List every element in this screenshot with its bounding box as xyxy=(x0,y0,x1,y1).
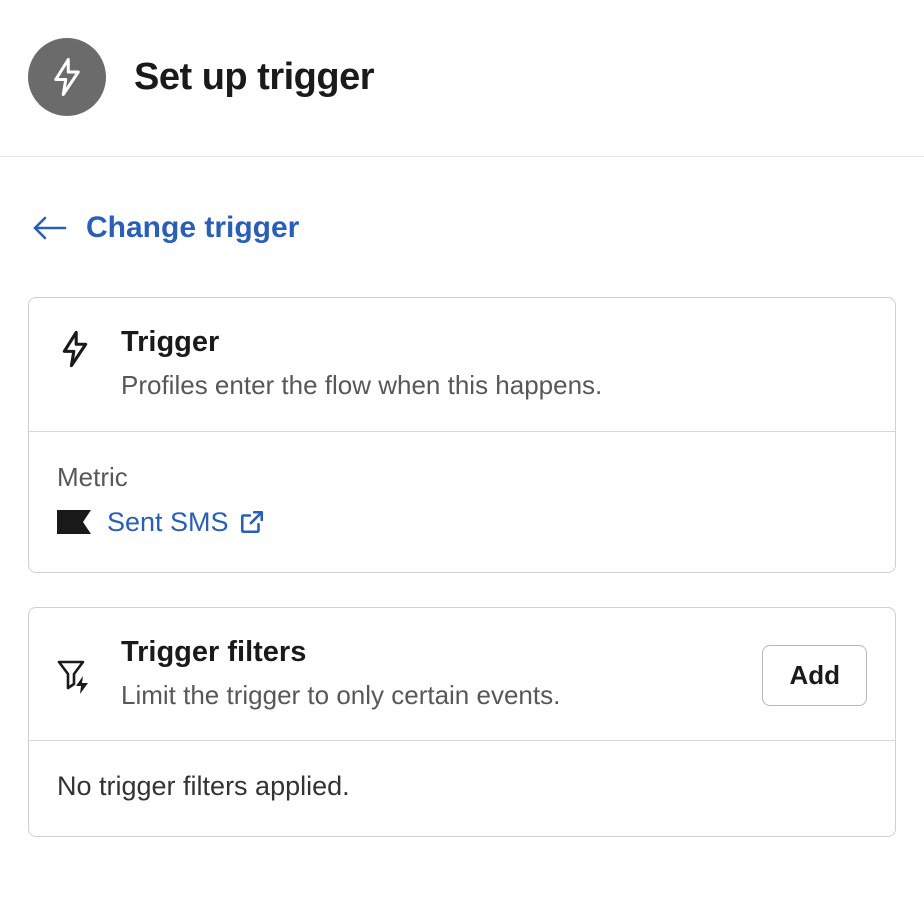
trigger-card-header-text: Trigger Profiles enter the flow when thi… xyxy=(121,326,867,405)
lightning-icon-circle xyxy=(28,38,106,116)
metric-label: Metric xyxy=(57,462,867,493)
page-header: Set up trigger xyxy=(0,0,924,157)
metric-link[interactable]: Sent SMS xyxy=(107,507,265,538)
filters-card-subtitle: Limit the trigger to only certain events… xyxy=(121,677,734,715)
trigger-card-body: Metric Sent SMS xyxy=(29,432,895,572)
trigger-icon-wrap xyxy=(57,330,93,368)
lightning-icon xyxy=(50,57,84,97)
filters-card-title: Trigger filters xyxy=(121,636,734,669)
arrow-left-icon xyxy=(32,212,68,244)
content-area: Change trigger Trigger Profiles enter th… xyxy=(0,157,924,837)
filters-card-header: Trigger filters Limit the trigger to onl… xyxy=(29,608,895,742)
add-filter-button[interactable]: Add xyxy=(762,645,867,706)
external-link-icon xyxy=(239,509,265,535)
page-title: Set up trigger xyxy=(134,56,374,99)
trigger-card-title: Trigger xyxy=(121,326,867,359)
change-trigger-label: Change trigger xyxy=(86,211,299,245)
flag-icon xyxy=(57,510,91,534)
filters-empty-text: No trigger filters applied. xyxy=(57,771,867,802)
trigger-card: Trigger Profiles enter the flow when thi… xyxy=(28,297,896,573)
trigger-card-header: Trigger Profiles enter the flow when thi… xyxy=(29,298,895,432)
filter-lightning-icon xyxy=(57,658,93,696)
filters-card-header-text: Trigger filters Limit the trigger to onl… xyxy=(121,636,734,715)
trigger-card-subtitle: Profiles enter the flow when this happen… xyxy=(121,367,867,405)
filter-icon-wrap xyxy=(57,658,93,696)
filters-card: Trigger filters Limit the trigger to onl… xyxy=(28,607,896,838)
filters-card-body: No trigger filters applied. xyxy=(29,741,895,836)
metric-value-row: Sent SMS xyxy=(57,507,867,538)
metric-name: Sent SMS xyxy=(107,507,229,538)
lightning-icon xyxy=(60,330,90,368)
change-trigger-link[interactable]: Change trigger xyxy=(32,211,299,245)
